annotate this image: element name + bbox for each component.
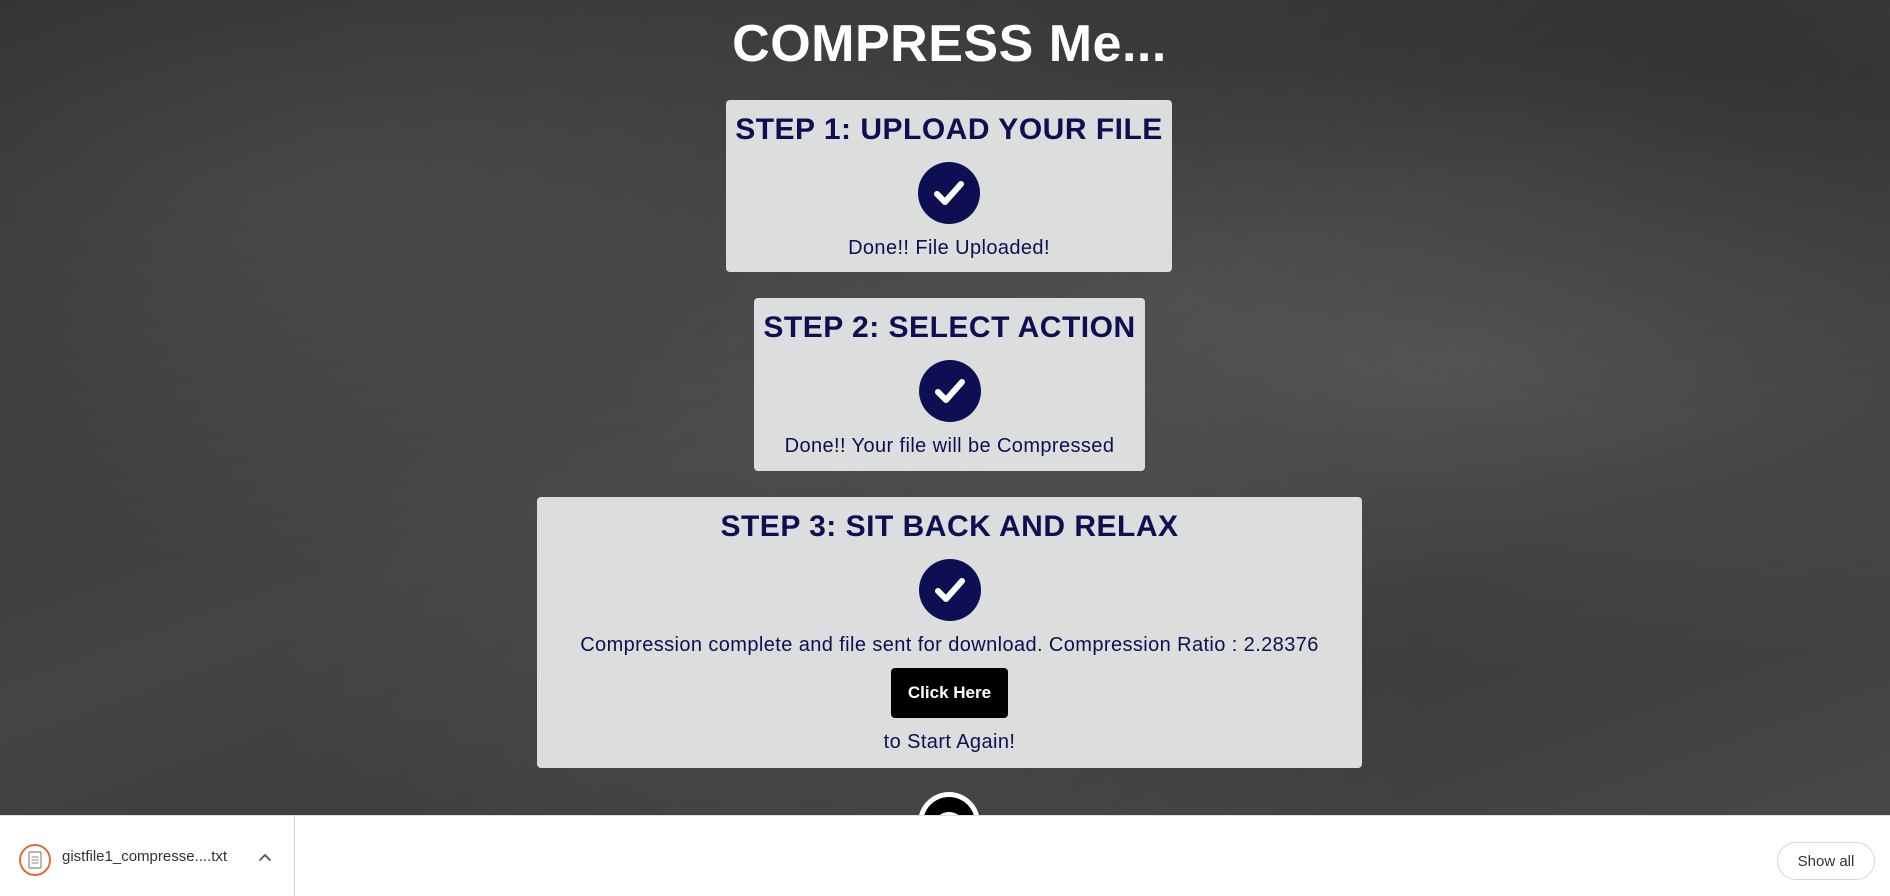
download-bar: gistfile1_compresse....txt Show all: [0, 815, 1890, 896]
download-item[interactable]: gistfile1_compresse....txt: [0, 816, 295, 896]
check-icon: [918, 162, 980, 224]
start-again-text: to Start Again!: [883, 731, 1016, 753]
step-2-title: STEP 2: SELECT ACTION: [763, 311, 1136, 344]
show-all-button[interactable]: Show all: [1777, 842, 1875, 880]
check-icon: [918, 559, 981, 621]
step-1-message: Done!! File Uploaded!: [848, 237, 1050, 259]
step-3-card: STEP 3: SIT BACK AND RELAX Compression c…: [537, 497, 1362, 768]
page: COMPRESS Me... STEP 1: UPLOAD YOUR FILE …: [0, 0, 1890, 896]
start-again-button[interactable]: Click Here: [891, 668, 1008, 718]
step-1-card: STEP 1: UPLOAD YOUR FILE Done!! File Upl…: [726, 100, 1172, 272]
step-2-card: STEP 2: SELECT ACTION Done!! Your file w…: [754, 298, 1145, 471]
step-2-message: Done!! Your file will be Compressed: [784, 435, 1115, 457]
chevron-up-icon[interactable]: [257, 850, 273, 866]
step-3-message: Compression complete and file sent for d…: [580, 634, 1319, 656]
site-title: COMPRESS Me...: [732, 15, 1167, 73]
step-1-title: STEP 1: UPLOAD YOUR FILE: [735, 113, 1163, 146]
check-icon: [918, 360, 981, 422]
download-file-name[interactable]: gistfile1_compresse....txt: [62, 848, 227, 865]
step-3-title: STEP 3: SIT BACK AND RELAX: [720, 510, 1179, 543]
text-file-icon: [19, 844, 51, 876]
